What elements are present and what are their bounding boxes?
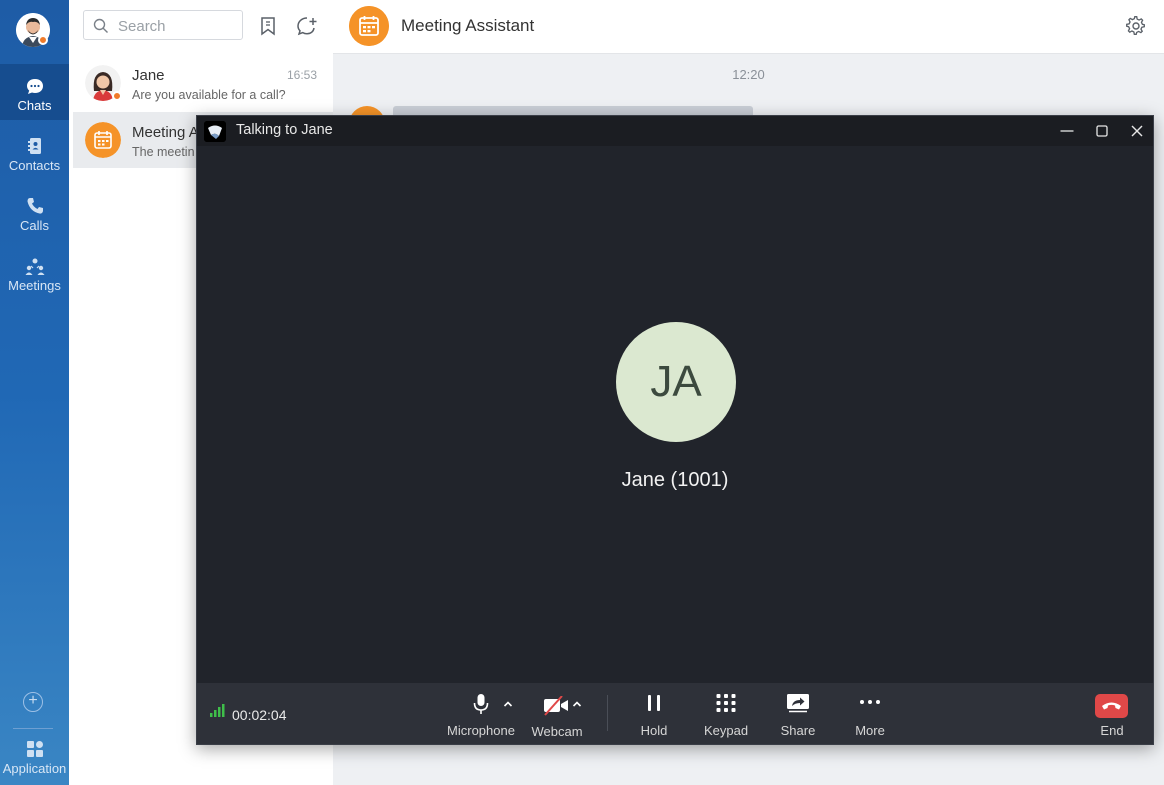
pause-icon (648, 695, 660, 711)
control-label: Microphone (447, 723, 515, 738)
contacts-book-icon (27, 138, 41, 154)
nav-item-calls[interactable]: Calls (0, 184, 69, 240)
chat-time: 16:53 (286, 68, 317, 82)
presence-status-icon (38, 35, 48, 45)
chat-preview: Are you available for a call? (132, 88, 286, 102)
webcam-button[interactable]: Webcam (527, 683, 587, 744)
hold-button[interactable]: Hold (624, 683, 684, 744)
more-button[interactable]: More (840, 683, 900, 744)
conversation-header: Meeting Assistant (333, 0, 1164, 54)
control-label: Keypad (703, 723, 749, 738)
chat-name: Meeting A (132, 124, 199, 141)
chat-preview: The meetin (132, 145, 195, 159)
calendar-avatar-icon (349, 6, 389, 46)
nav-item-application[interactable]: Application (0, 729, 69, 785)
nav-item-contacts[interactable]: Contacts (0, 124, 69, 180)
caller-avatar: JA (616, 322, 736, 442)
maximize-icon[interactable] (1092, 121, 1112, 141)
end-call-label-wrap[interactable]: End (1091, 683, 1133, 744)
call-window-title: Talking to Jane (236, 122, 333, 138)
conversation-title: Meeting Assistant (401, 16, 535, 35)
call-window-titlebar: Talking to Jane (197, 116, 1153, 146)
chevron-up-icon[interactable] (503, 700, 513, 708)
message-timestamp: 12:20 (732, 67, 765, 82)
phone-icon (27, 198, 43, 214)
control-label: Hold (640, 723, 668, 738)
nav-label: Chats (17, 98, 52, 113)
control-label: Webcam (531, 724, 583, 739)
call-controls-bar: 00:02:04 Microphone Webcam Hold Keypad S… (197, 683, 1153, 744)
webcam-off-icon (544, 696, 568, 716)
caller-name: Jane (1001) (621, 469, 729, 491)
close-icon[interactable] (1127, 121, 1147, 141)
control-label: End (1100, 723, 1124, 738)
more-dots-icon (860, 700, 880, 704)
people-icon (25, 258, 44, 275)
chat-bubble-icon (26, 79, 43, 94)
nav-label: Contacts (8, 158, 61, 173)
nav-label: Calls (20, 218, 49, 233)
screen-share-icon (787, 694, 809, 713)
nav-label: Application (2, 761, 67, 776)
app-logo-icon (204, 121, 226, 142)
keypad-button[interactable]: Keypad (696, 683, 756, 744)
chat-item-jane[interactable]: Jane Are you available for a call? 16:53 (73, 55, 333, 111)
apps-grid-icon (26, 741, 43, 757)
share-button[interactable]: Share (768, 683, 828, 744)
nav-item-chats[interactable]: Chats (0, 64, 69, 120)
keypad-icon (716, 694, 736, 712)
call-duration: 00:02:04 (232, 707, 287, 723)
control-label: Share (780, 723, 816, 738)
controls-divider (607, 695, 608, 731)
search-box[interactable] (83, 10, 243, 40)
call-window: Talking to Jane JA Jane (1001) 00:02:04 … (196, 115, 1154, 745)
minimize-icon[interactable] (1057, 121, 1077, 141)
new-chat-icon[interactable] (296, 16, 318, 36)
microphone-icon (473, 694, 489, 714)
signal-strength-icon (210, 704, 225, 717)
calendar-avatar-icon (85, 122, 121, 158)
microphone-button[interactable]: Microphone (443, 683, 519, 744)
add-app-button[interactable]: + (23, 692, 43, 712)
presence-status-icon (112, 91, 122, 101)
chat-name: Jane (132, 67, 165, 84)
chevron-up-icon[interactable] (572, 700, 582, 708)
nav-label: Meetings (8, 278, 61, 293)
search-input[interactable] (116, 15, 240, 37)
gear-icon[interactable] (1126, 16, 1146, 36)
bookmark-icon[interactable] (259, 16, 277, 36)
nav-item-meetings[interactable]: Meetings (0, 244, 69, 300)
left-nav: Chats Contacts Calls Meetings + Applicat… (0, 0, 69, 785)
search-icon (93, 18, 108, 33)
control-label: More (855, 723, 885, 738)
